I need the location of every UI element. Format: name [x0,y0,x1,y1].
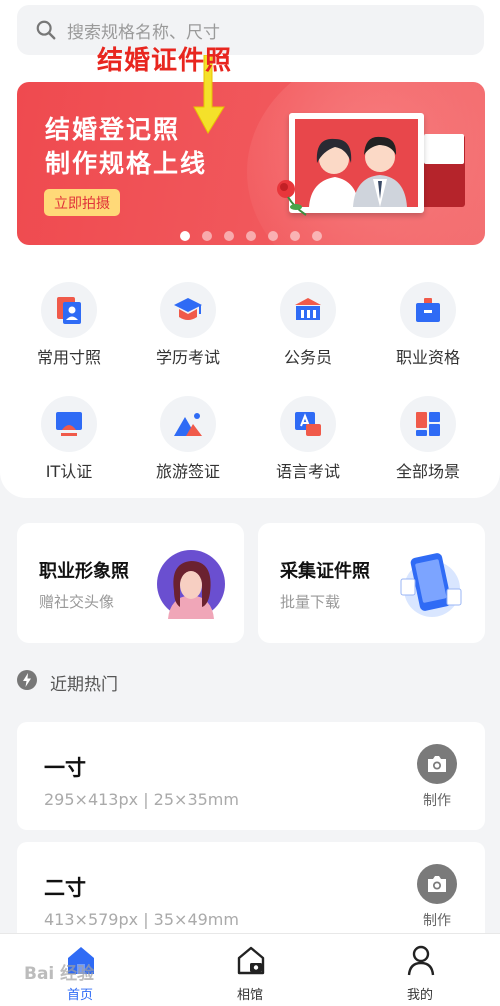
section-title-recent-hot: 近期热门 [50,675,118,695]
carousel-dot[interactable] [290,231,300,241]
category-it-certification[interactable]: IT认证 [14,396,124,486]
make-label[interactable]: 制作 [417,910,457,930]
watermark-text: Bai 经验 [24,964,95,984]
card-subtitle: 赠社交头像 [39,593,115,611]
user-icon [407,945,435,976]
size-spec: 295×413px | 25×35mm [44,790,239,809]
tab-label: 首页 [66,988,93,1003]
couple-photo-frame [289,113,424,213]
collect-id-photo-card[interactable]: 采集证件照 批量下载 [258,523,485,643]
make-button[interactable] [417,864,457,904]
size-name: 一寸 [44,756,86,780]
category-icon-bg [280,396,336,452]
woman-avatar-icon [157,550,225,619]
studio-icon [237,946,265,975]
size-name: 二寸 [44,876,86,900]
rose-icon [277,180,307,216]
graduation-cap-icon [174,298,202,320]
search-icon [36,20,56,40]
banner-title-line2: 制作规格上线 [45,149,208,178]
category-professional-qualification[interactable]: 职业资格 [373,282,483,372]
bottom-tab-bar: 首页 相馆 我的 Bai 经验 [0,933,500,1006]
category-label: 职业资格 [395,348,460,367]
carousel-dot[interactable] [224,231,234,241]
top-section: 搜索规格名称、尺寸 结婚登记照 制作规格上线 立即拍摄 结婚证件照 常用寸照 学… [0,0,500,498]
annotation-label: 结婚证件照 [97,46,233,76]
carousel-dot[interactable] [312,231,322,241]
category-icon-bg [160,282,216,338]
couple-illustration-icon [309,136,407,207]
tab-label: 相馆 [236,988,263,1003]
size-card-one-inch[interactable]: 一寸 295×413px | 25×35mm 制作 [17,722,485,830]
category-label: IT认证 [45,462,93,481]
lightning-icon [17,670,37,690]
category-label: 语言考试 [275,462,340,481]
category-civil-service[interactable]: 公务员 [253,282,363,372]
category-language-exam[interactable]: 语言考试 [253,396,363,486]
category-label: 常用寸照 [36,348,101,367]
camera-icon [428,756,446,772]
carousel-dots[interactable] [17,231,485,241]
category-all-scenes[interactable]: 全部场景 [373,396,483,486]
card-title: 职业形象照 [39,561,129,582]
search-bar[interactable]: 搜索规格名称、尺寸 [17,5,484,55]
carousel-dot[interactable] [202,231,212,241]
government-building-icon [295,298,321,320]
phone-collect-icon [400,553,462,617]
tab-studio[interactable]: 相馆 [190,934,310,1006]
category-icon-bg [400,282,456,338]
size-spec: 413×579px | 35×49mm [44,910,239,929]
mountain-icon [174,413,202,436]
promo-banner[interactable]: 结婚登记照 制作规格上线 立即拍摄 [17,82,485,245]
category-label: 公务员 [283,348,332,367]
tab-label: 我的 [406,988,433,1003]
category-education-exam[interactable]: 学历考试 [133,282,243,372]
category-icon-bg [400,396,456,452]
certificate-photo [424,134,464,164]
category-label: 学历考试 [155,348,220,367]
tab-mine[interactable]: 我的 [360,934,480,1006]
briefcase-icon [416,298,440,322]
category-icon-bg [160,396,216,452]
make-button[interactable] [417,744,457,784]
make-label[interactable]: 制作 [417,790,457,810]
category-travel-visa[interactable]: 旅游签证 [133,396,243,486]
category-icon-bg [280,282,336,338]
carousel-dot[interactable] [268,231,278,241]
carousel-dot[interactable] [246,231,256,241]
portrait-icon [57,297,81,324]
camera-icon [428,876,446,892]
banner-title-line1: 结婚登记照 [45,115,181,144]
card-title: 采集证件照 [280,561,370,582]
professional-photo-card[interactable]: 职业形象照 赠社交头像 [17,523,244,643]
category-icon-bg [41,282,97,338]
all-scenes-icon [416,412,440,436]
card-subtitle: 批量下载 [280,593,341,611]
language-icon [295,412,321,436]
category-label: 全部场景 [395,462,460,481]
carousel-dot[interactable] [180,231,190,241]
category-icon-bg [41,396,97,452]
category-label: 旅游签证 [155,462,220,481]
category-common-size[interactable]: 常用寸照 [14,282,124,372]
shoot-now-button[interactable]: 立即拍摄 [44,189,120,216]
monitor-icon [56,412,82,436]
search-placeholder: 搜索规格名称、尺寸 [67,22,220,43]
